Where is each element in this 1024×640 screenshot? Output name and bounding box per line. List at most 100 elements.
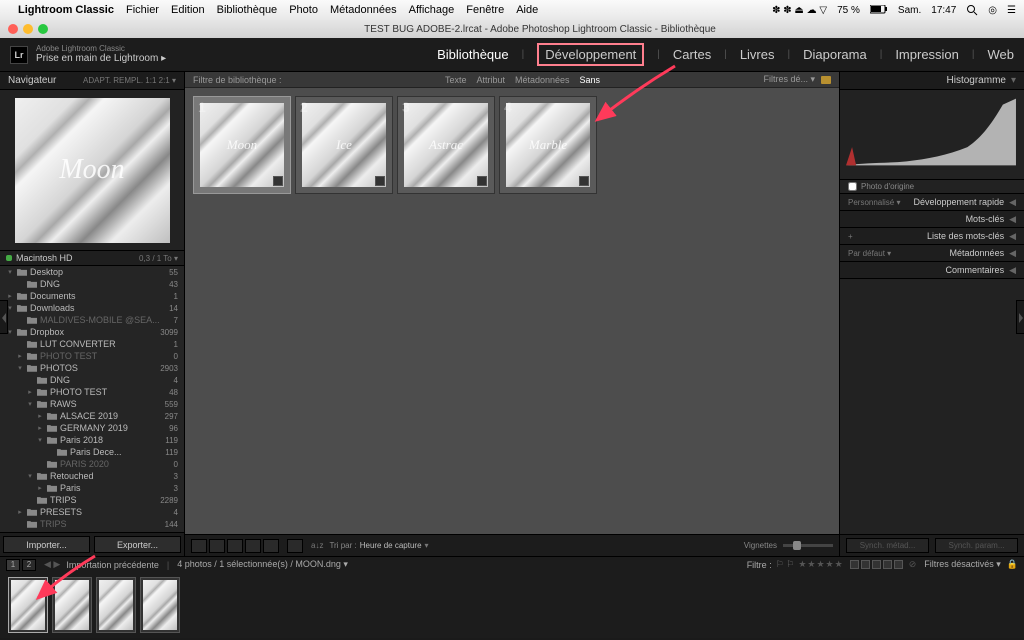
original-photo-label: Photo d'origine: [861, 182, 914, 191]
secondary-display-2[interactable]: 2: [22, 559, 36, 571]
color-label-filter[interactable]: [850, 560, 903, 569]
fullscreen-button[interactable]: [38, 24, 48, 34]
folder-row[interactable]: ▸PHOTO TEST48: [0, 386, 184, 398]
volume-header[interactable]: Macintosh HD 0,3 / 1 To ▾: [0, 250, 184, 266]
folder-row[interactable]: TRIPS144: [0, 518, 184, 530]
notifications-icon[interactable]: ☰: [1007, 5, 1016, 16]
filmstrip-thumb[interactable]: [96, 577, 136, 633]
folder-row[interactable]: ▾Paris 2018119: [0, 434, 184, 446]
minimize-button[interactable]: [23, 24, 33, 34]
histogram-header[interactable]: Histogramme ▾: [840, 72, 1024, 90]
grid-thumb[interactable]: 3Astrac: [397, 96, 495, 194]
module-library[interactable]: Bibliothèque: [437, 47, 509, 62]
module-slideshow[interactable]: Diaporama: [803, 47, 867, 62]
filter-none[interactable]: Sans: [580, 75, 601, 85]
filter-attribute[interactable]: Attribut: [476, 75, 505, 85]
module-develop[interactable]: Développement: [537, 43, 644, 66]
search-icon[interactable]: [966, 4, 978, 16]
folder-row[interactable]: ▾RAWS559: [0, 398, 184, 410]
menu-library[interactable]: Bibliothèque: [217, 4, 278, 16]
folder-tree[interactable]: ▾Desktop55DNG43▸Documents1▾Downloads14MA…: [0, 266, 184, 532]
menu-app-name[interactable]: Lightroom Classic: [18, 4, 114, 16]
original-photo-row[interactable]: Photo d'origine: [840, 180, 1024, 194]
folder-row[interactable]: LUT CONVERTER1: [0, 338, 184, 350]
grid-thumb[interactable]: 1Moon: [193, 96, 291, 194]
folder-row[interactable]: PARIS 20200: [0, 458, 184, 470]
brand-main[interactable]: Prise en main de Lightroom ▸: [36, 53, 166, 64]
status-icons[interactable]: ✽ ✽ ⏏ ☁ ▽: [772, 5, 827, 16]
secondary-display-1[interactable]: 1: [6, 559, 20, 571]
module-book[interactable]: Livres: [740, 47, 775, 62]
people-view-icon[interactable]: [263, 539, 279, 553]
sort-direction-icon[interactable]: a↓z: [311, 541, 323, 550]
selection-count[interactable]: 4 photos / 1 sélectionnée(s) / MOON.dng …: [177, 559, 348, 570]
filmstrip[interactable]: [0, 572, 1024, 638]
folder-row[interactable]: ▸GERMANY 201996: [0, 422, 184, 434]
right-panel-section[interactable]: +Liste des mots-clés◀: [840, 228, 1024, 245]
export-button[interactable]: Exporter...: [94, 536, 181, 553]
folder-row[interactable]: DNG43: [0, 278, 184, 290]
compare-view-icon[interactable]: [227, 539, 243, 553]
module-map[interactable]: Cartes: [673, 47, 711, 62]
folder-row[interactable]: Paris Dece...119: [0, 446, 184, 458]
folder-row[interactable]: ▸ALSACE 2019297: [0, 410, 184, 422]
folder-row[interactable]: ▸PRESETS4: [0, 506, 184, 518]
folder-row[interactable]: ▾PHOTOS2903: [0, 362, 184, 374]
thumbnail-size-slider[interactable]: [783, 544, 833, 547]
filmstrip-thumb[interactable]: [140, 577, 180, 633]
grid-thumb[interactable]: 4Marble: [499, 96, 597, 194]
filmstrip-thumb[interactable]: [52, 577, 92, 633]
survey-view-icon[interactable]: [245, 539, 261, 553]
menu-help[interactable]: Aide: [516, 4, 538, 16]
menu-metadata[interactable]: Métadonnées: [330, 4, 397, 16]
sync-settings-button[interactable]: Synch. param...: [935, 538, 1018, 553]
module-web[interactable]: Web: [988, 47, 1015, 62]
left-panel-toggle[interactable]: [0, 300, 8, 334]
module-print[interactable]: Impression: [895, 47, 959, 62]
right-panel-section[interactable]: Commentaires◀: [840, 262, 1024, 279]
folder-row[interactable]: ▾Desktop55: [0, 266, 184, 278]
folder-row[interactable]: ▸PHOTO TEST0: [0, 350, 184, 362]
right-panel-section[interactable]: Personnalisé ▾Développement rapide◀: [840, 194, 1024, 211]
close-button[interactable]: [8, 24, 18, 34]
filters-off-menu[interactable]: Filtres désactivés ▾: [924, 559, 1001, 570]
painter-icon[interactable]: [287, 539, 303, 553]
menu-file[interactable]: Fichier: [126, 4, 159, 16]
right-panel-section[interactable]: Mots-clés◀: [840, 211, 1024, 228]
grid-view-icon[interactable]: [191, 539, 207, 553]
folder-row[interactable]: ▸Paris3: [0, 482, 184, 494]
lock-icon[interactable]: [821, 76, 831, 84]
navigator-header[interactable]: Navigateur ADAPT. REMPL. 1:1 2:1 ▾: [0, 72, 184, 90]
loupe-view-icon[interactable]: [209, 539, 225, 553]
original-photo-checkbox[interactable]: [848, 182, 857, 191]
source-label[interactable]: Importation précédente: [66, 560, 159, 570]
folder-row[interactable]: ▾Dropbox3099: [0, 326, 184, 338]
navigator-preview[interactable]: Moon: [0, 90, 184, 250]
grid-thumb[interactable]: 2Ice: [295, 96, 393, 194]
rating-filter[interactable]: ★★★★★: [798, 559, 843, 570]
filmstrip-thumb[interactable]: [8, 577, 48, 633]
navigator-zoom-modes[interactable]: ADAPT. REMPL. 1:1 2:1 ▾: [83, 76, 176, 85]
folder-row[interactable]: ▾Retouched3: [0, 470, 184, 482]
menu-edit[interactable]: Edition: [171, 4, 205, 16]
siri-icon[interactable]: ◎: [988, 5, 997, 16]
filter-text[interactable]: Texte: [445, 75, 467, 85]
thumbnail-grid[interactable]: 1Moon2Ice3Astrac4Marble: [185, 88, 839, 534]
folder-row[interactable]: DNG4: [0, 374, 184, 386]
folder-row[interactable]: TRIPS2289: [0, 494, 184, 506]
folder-row[interactable]: ▸Documents1: [0, 290, 184, 302]
filter-presets[interactable]: Filtres dé... ▾: [763, 74, 815, 85]
menu-window[interactable]: Fenêtre: [466, 4, 504, 16]
menu-photo[interactable]: Photo: [289, 4, 318, 16]
folder-row[interactable]: ▾Downloads14: [0, 302, 184, 314]
right-panel-section[interactable]: Par défaut ▾Métadonnées◀: [840, 245, 1024, 262]
sort-value[interactable]: Heure de capture: [360, 541, 422, 550]
menu-view[interactable]: Affichage: [409, 4, 455, 16]
filter-metadata[interactable]: Métadonnées: [515, 75, 570, 85]
histogram[interactable]: [840, 90, 1024, 180]
sync-metadata-button[interactable]: Synch. métad...: [846, 538, 929, 553]
import-button[interactable]: Importer...: [3, 536, 90, 553]
right-panel-toggle[interactable]: [1016, 300, 1024, 334]
folder-row[interactable]: MALDIVES-MOBILE @SEA...7: [0, 314, 184, 326]
lock-icon[interactable]: 🔒: [1007, 559, 1018, 570]
